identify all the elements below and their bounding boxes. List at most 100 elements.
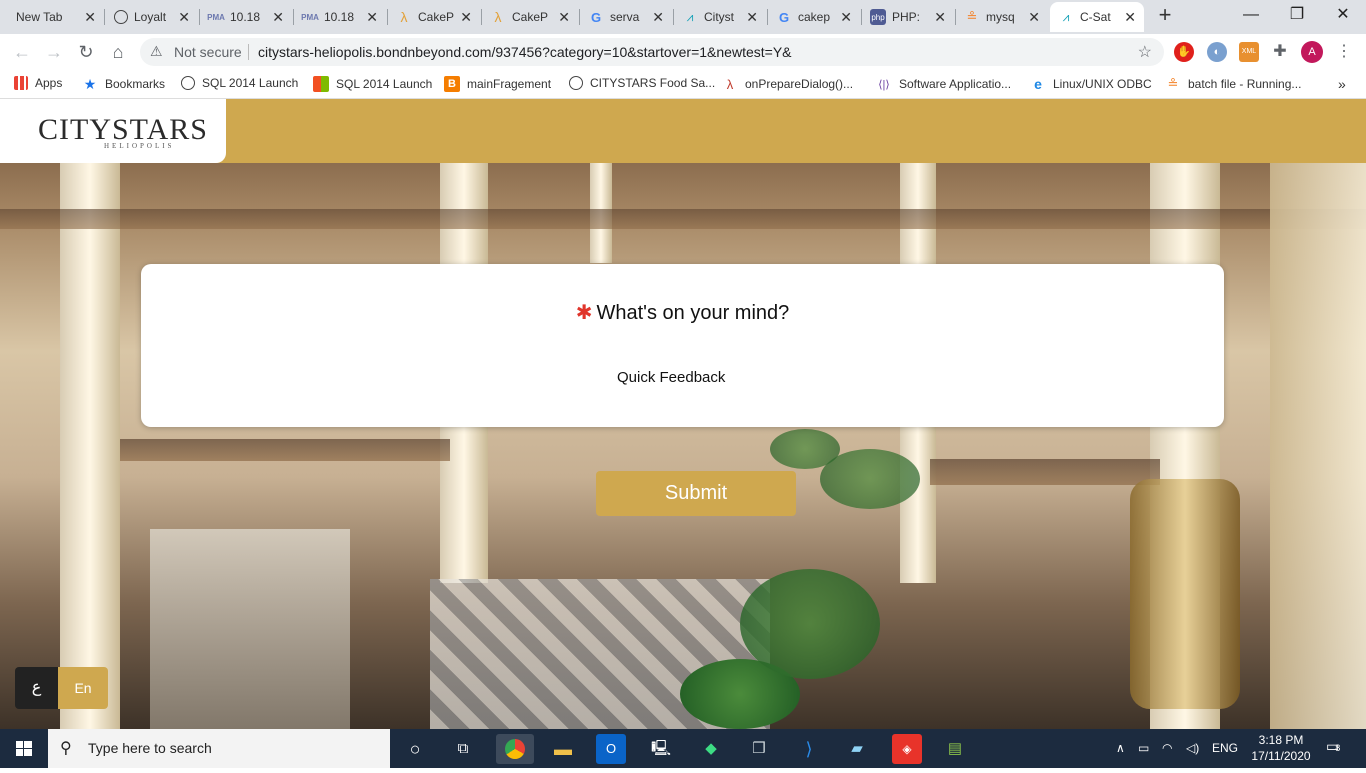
computer-icon[interactable]: 🖳 bbox=[646, 734, 676, 764]
android-studio-icon[interactable]: ◆ bbox=[696, 734, 726, 764]
home-icon[interactable]: ⌂ bbox=[106, 40, 130, 64]
bookmark-onpreparedialog[interactable]: λ onPrepareDialog()... bbox=[722, 76, 853, 92]
close-window-button[interactable]: ✕ bbox=[1320, 0, 1366, 30]
wifi-icon[interactable]: ◠ bbox=[1162, 741, 1172, 755]
tab-strip: New Tab ✕ Loyalt ✕ PMA 10.18 ✕ PMA 10.18 ✕ λ Ca… bbox=[0, 0, 1366, 34]
not-secure-label[interactable]: Not secure bbox=[174, 44, 242, 60]
battery-icon[interactable]: ▭ bbox=[1138, 741, 1149, 755]
url-text[interactable]: citystars-heliopolis.bondnbeyond.com/937… bbox=[258, 44, 792, 60]
tab-mysql[interactable]: ≗ mysq ✕ bbox=[956, 2, 1048, 32]
address-bar[interactable]: ⚠ Not secure citystars-heliopolis.bondnb… bbox=[140, 38, 1164, 66]
tab-title: mysq bbox=[986, 10, 1015, 24]
language-english-button[interactable]: En bbox=[58, 667, 108, 709]
bookmark-star-icon[interactable]: ☆ bbox=[1138, 42, 1152, 62]
time: 3:18 PM bbox=[1258, 733, 1304, 747]
language-indicator[interactable]: ENG bbox=[1212, 741, 1238, 755]
tab-php[interactable]: php PHP: ✕ bbox=[862, 2, 954, 32]
file-explorer-icon[interactable]: ▬ bbox=[548, 734, 578, 764]
cortana-icon[interactable]: ○ bbox=[400, 734, 430, 764]
apps-grid-icon bbox=[14, 76, 28, 90]
start-button[interactable] bbox=[0, 729, 48, 768]
warning-icon[interactable]: ⚠ bbox=[150, 43, 163, 60]
adblock-icon[interactable]: ✋ bbox=[1174, 42, 1194, 62]
bookmark-sql-1[interactable]: SQL 2014 Launch bbox=[181, 76, 298, 90]
tab-citystars[interactable]: ⩘ Cityst ✕ bbox=[674, 2, 766, 32]
tab-title: 10.18 bbox=[230, 10, 261, 24]
chrome-taskbar-icon[interactable] bbox=[496, 734, 534, 764]
xml-extension-icon[interactable]: XML bbox=[1239, 42, 1259, 62]
site-header: CITYSTARS HELIOPOLIS bbox=[0, 99, 1366, 163]
close-icon[interactable]: ✕ bbox=[272, 9, 284, 26]
notepad-icon[interactable]: ▤ bbox=[940, 734, 970, 764]
virtualbox-icon[interactable]: ❒ bbox=[744, 734, 774, 764]
globe-icon bbox=[114, 10, 128, 24]
back-arrow-icon[interactable]: ← bbox=[10, 40, 34, 64]
close-icon[interactable]: ✕ bbox=[652, 9, 664, 26]
clock[interactable]: 3:18 PM 17/11/2020 bbox=[1244, 732, 1318, 764]
more-menu-icon[interactable]: ⋮ bbox=[1334, 42, 1354, 62]
close-icon[interactable]: ✕ bbox=[84, 9, 96, 26]
google-icon: G bbox=[778, 9, 790, 25]
volume-icon[interactable]: ◁) bbox=[1186, 741, 1199, 755]
globe-icon bbox=[181, 76, 195, 90]
app-icon[interactable]: ▰ bbox=[842, 734, 872, 764]
bookmark-label: Linux/UNIX ODBC bbox=[1053, 77, 1152, 91]
tab-title: C-Sat bbox=[1080, 10, 1111, 24]
close-icon[interactable]: ✕ bbox=[366, 9, 378, 26]
code-icon: ⟨|⟩ bbox=[878, 78, 890, 91]
bookmark-sql-2[interactable]: SQL 2014 Launch bbox=[313, 76, 432, 92]
bookmarks-overflow-button[interactable]: » bbox=[1338, 76, 1346, 92]
taskbar-search-box[interactable]: ⚲ Type here to search bbox=[48, 729, 390, 768]
anydesk-icon[interactable]: ◈ bbox=[892, 734, 922, 764]
close-icon[interactable]: ✕ bbox=[178, 9, 190, 26]
tab-cakephp-2[interactable]: λ CakeP ✕ bbox=[482, 2, 578, 32]
quick-feedback-option[interactable]: Quick Feedback bbox=[617, 369, 725, 386]
feedback-card: ✱ What's on your mind? Quick Feedback bbox=[141, 264, 1224, 427]
forward-arrow-icon[interactable]: → bbox=[42, 40, 66, 64]
bookmark-label: batch file - Running... bbox=[1188, 77, 1302, 91]
bookmark-bookmarks[interactable]: ★ Bookmarks bbox=[82, 76, 165, 92]
bookmark-batch-file[interactable]: ≗ batch file - Running... bbox=[1165, 76, 1302, 92]
bookmark-apps[interactable]: Apps bbox=[14, 76, 62, 90]
bookmark-citystars-food[interactable]: CITYSTARS Food Sa... bbox=[569, 76, 715, 90]
tab-new-tab[interactable]: New Tab ✕ bbox=[8, 2, 104, 32]
bookmark-label: Apps bbox=[35, 76, 63, 90]
close-icon[interactable]: ✕ bbox=[1028, 9, 1040, 26]
close-icon[interactable]: ✕ bbox=[460, 9, 472, 26]
logo-container[interactable]: CITYSTARS HELIOPOLIS bbox=[0, 99, 226, 163]
tab-csat-active[interactable]: ⩘ C-Sat ✕ bbox=[1050, 2, 1144, 32]
outlook-icon[interactable]: O bbox=[596, 734, 626, 764]
bookmark-label: onPrepareDialog()... bbox=[745, 77, 854, 91]
close-icon[interactable]: ✕ bbox=[558, 9, 570, 26]
close-icon[interactable]: ✕ bbox=[840, 9, 852, 26]
close-icon[interactable]: ✕ bbox=[934, 9, 946, 26]
submit-button[interactable]: Submit bbox=[596, 471, 796, 516]
bookmark-linux-odbc[interactable]: e Linux/UNIX ODBC bbox=[1030, 76, 1152, 92]
tab-loyalty[interactable]: Loyalt ✕ bbox=[106, 2, 198, 32]
profile-avatar[interactable]: A bbox=[1301, 41, 1323, 63]
task-view-icon[interactable]: ⧉ bbox=[448, 734, 478, 764]
minimize-button[interactable]: — bbox=[1228, 0, 1274, 30]
maximize-button[interactable]: ❐ bbox=[1274, 0, 1320, 30]
tab-title: CakeP bbox=[512, 10, 549, 24]
puzzle-icon[interactable]: ✚ bbox=[1270, 42, 1290, 62]
extension-icon[interactable]: ◐ bbox=[1207, 42, 1227, 62]
reload-icon[interactable]: ↻ bbox=[74, 40, 98, 64]
new-tab-button[interactable]: + bbox=[1153, 4, 1177, 28]
windows-icon bbox=[313, 76, 329, 92]
tab-pma-2[interactable]: PMA 10.18 ✕ bbox=[294, 2, 386, 32]
close-icon[interactable]: ✕ bbox=[1124, 9, 1136, 26]
bookmark-label: SQL 2014 Launch bbox=[336, 77, 433, 91]
tab-pma-1[interactable]: PMA 10.18 ✕ bbox=[200, 2, 292, 32]
close-icon[interactable]: ✕ bbox=[746, 9, 758, 26]
tab-google-servant[interactable]: Gserva ✕ bbox=[580, 2, 672, 32]
tab-google-cakephp[interactable]: Gcakep ✕ bbox=[768, 2, 860, 32]
bookmark-mainfragement[interactable]: BmainFragement bbox=[444, 76, 551, 92]
tab-cakephp-1[interactable]: λ CakeP ✕ bbox=[388, 2, 480, 32]
windows-logo-icon bbox=[16, 741, 32, 756]
bookmark-software-application[interactable]: ⟨|⟩ Software Applicatio... bbox=[876, 76, 1011, 92]
notification-icon[interactable]: ▭8 bbox=[1326, 738, 1340, 755]
language-arabic-button[interactable]: ع bbox=[15, 667, 58, 709]
vscode-icon[interactable]: ⟩ bbox=[794, 734, 824, 764]
tray-expand-icon[interactable]: ∧ bbox=[1116, 741, 1125, 755]
